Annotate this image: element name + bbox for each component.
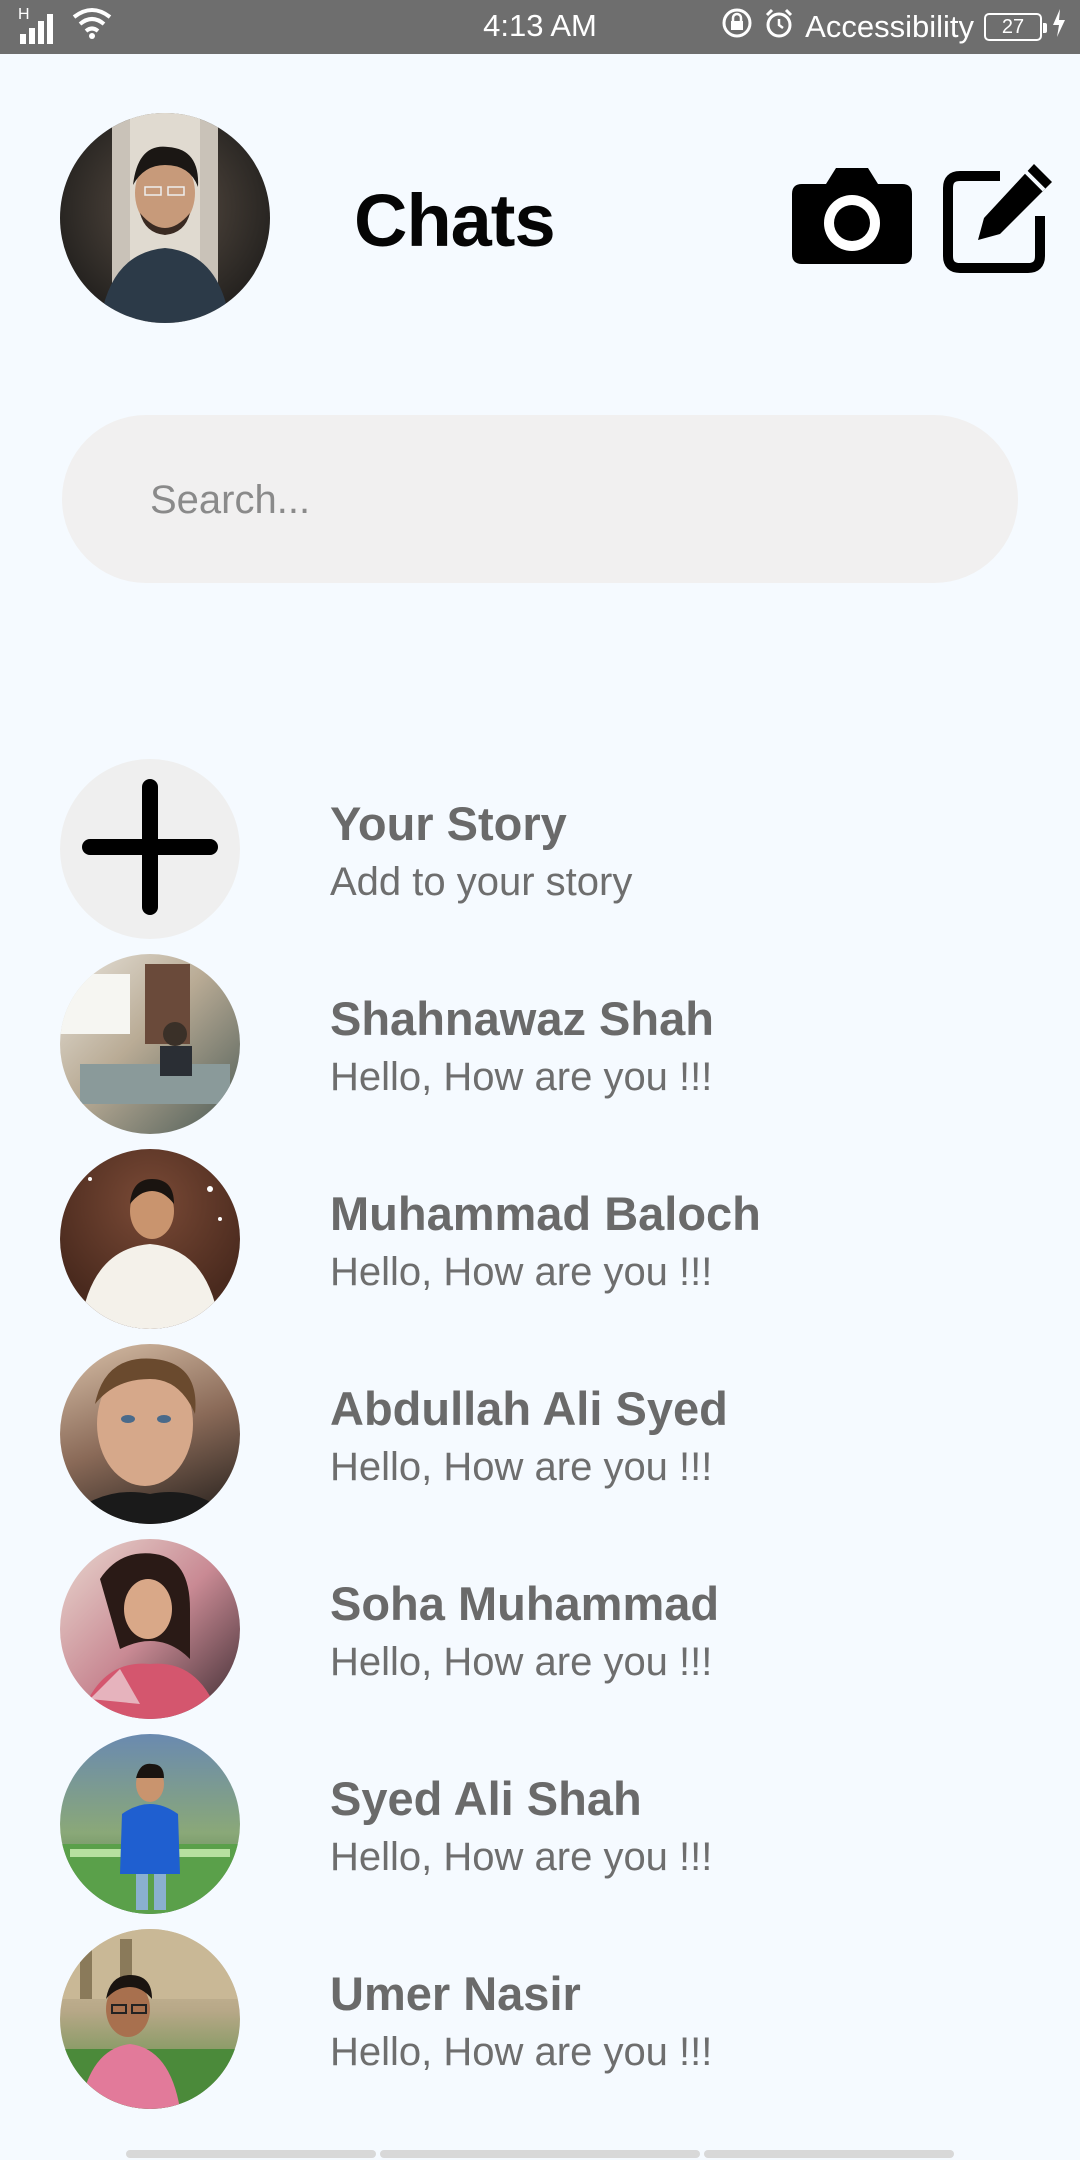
alarm-icon (763, 7, 795, 47)
lock-rotation-icon (721, 7, 753, 47)
tab-indicator[interactable] (704, 2150, 954, 2158)
contact-name: Soha Muhammad (330, 1577, 720, 1630)
contact-avatar (60, 1149, 240, 1329)
contact-avatar (60, 1734, 240, 1914)
contact-name: Abdullah Ali Syed (330, 1382, 728, 1435)
battery-level: 27 (1001, 16, 1025, 38)
camera-icon (790, 166, 914, 271)
charging-icon (1052, 9, 1066, 45)
status-right: Accessibility 27 (721, 7, 1066, 47)
accessibility-label: Accessibility (805, 9, 974, 44)
compose-button[interactable] (938, 160, 1058, 280)
compose-icon (938, 158, 1058, 283)
your-story-row[interactable]: Your Story Add to your story (0, 755, 1080, 950)
add-story-avatar[interactable] (60, 759, 240, 939)
profile-avatar[interactable] (60, 113, 270, 323)
last-message: Hello, How are you !!! (330, 1055, 713, 1099)
contact-name: Syed Ali Shah (330, 1772, 642, 1825)
contact-avatar (60, 1539, 240, 1719)
last-message: Hello, How are you !!! (330, 1250, 713, 1294)
contact-name: Shahnawaz Shah (330, 992, 714, 1045)
page-title: Chats (354, 179, 556, 262)
contact-avatar (60, 954, 240, 1134)
tab-indicator[interactable] (380, 2150, 700, 2158)
chat-row[interactable]: Shahnawaz Shah Hello, How are you !!! (0, 950, 1080, 1145)
battery-icon: 27 (984, 13, 1047, 41)
story-title: Your Story (330, 797, 567, 850)
search-input[interactable] (150, 465, 970, 535)
contact-name: Muhammad Baloch (330, 1187, 761, 1240)
contact-avatar (60, 1929, 240, 2109)
tab-indicator[interactable] (126, 2150, 376, 2158)
chat-row[interactable]: Muhammad Baloch Hello, How are you !!! (0, 1145, 1080, 1340)
chat-row[interactable]: Umer Nasir Hello, How are you !!! (0, 1925, 1080, 2120)
last-message: Hello, How are you !!! (330, 2030, 713, 2074)
contact-avatar (60, 1344, 240, 1524)
last-message: Hello, How are you !!! (330, 1445, 713, 1489)
chat-row[interactable]: Abdullah Ali Syed Hello, How are you !!! (0, 1340, 1080, 1535)
last-message: Hello, How are you !!! (330, 1640, 713, 1684)
camera-button[interactable] (790, 166, 914, 271)
story-subtitle: Add to your story (330, 860, 633, 904)
chat-row[interactable]: Soha Muhammad Hello, How are you !!! (0, 1535, 1080, 1730)
last-message: Hello, How are you !!! (330, 1835, 713, 1879)
search-bar[interactable] (62, 415, 1018, 583)
contact-name: Umer Nasir (330, 1967, 581, 2020)
chat-row[interactable]: Syed Ali Shah Hello, How are you !!! (0, 1730, 1080, 1925)
plus-icon (70, 767, 230, 932)
status-bar: H 4:13 AM Accessibility 27 (0, 0, 1080, 54)
